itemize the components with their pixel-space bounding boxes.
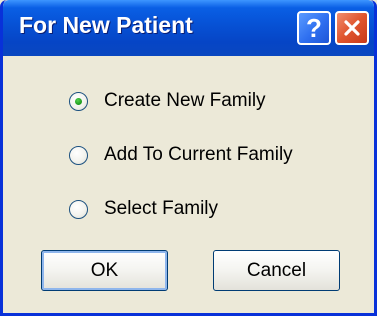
question-mark-icon: ? xyxy=(306,12,322,43)
cancel-button[interactable]: Cancel xyxy=(213,250,340,291)
close-icon xyxy=(344,20,360,36)
close-button[interactable] xyxy=(335,11,369,45)
ok-button[interactable]: OK xyxy=(41,250,168,291)
radio-add-to-current-family[interactable]: Add To Current Family xyxy=(69,142,293,168)
radio-button[interactable] xyxy=(69,199,88,219)
title-bar[interactable]: For New Patient ? xyxy=(3,0,374,56)
help-button[interactable]: ? xyxy=(297,11,331,45)
radio-label: Add To Current Family xyxy=(104,144,293,165)
radio-create-new-family[interactable]: Create New Family xyxy=(69,88,266,114)
radio-label: Select Family xyxy=(104,198,219,219)
radio-button[interactable] xyxy=(69,91,88,111)
window-title: For New Patient xyxy=(19,12,193,38)
radio-button[interactable] xyxy=(69,145,88,165)
radio-select-family[interactable]: Select Family xyxy=(69,196,218,222)
radio-label: Create New Family xyxy=(104,90,266,111)
dialog-window: For New Patient ? Create New Family Add … xyxy=(0,0,377,316)
